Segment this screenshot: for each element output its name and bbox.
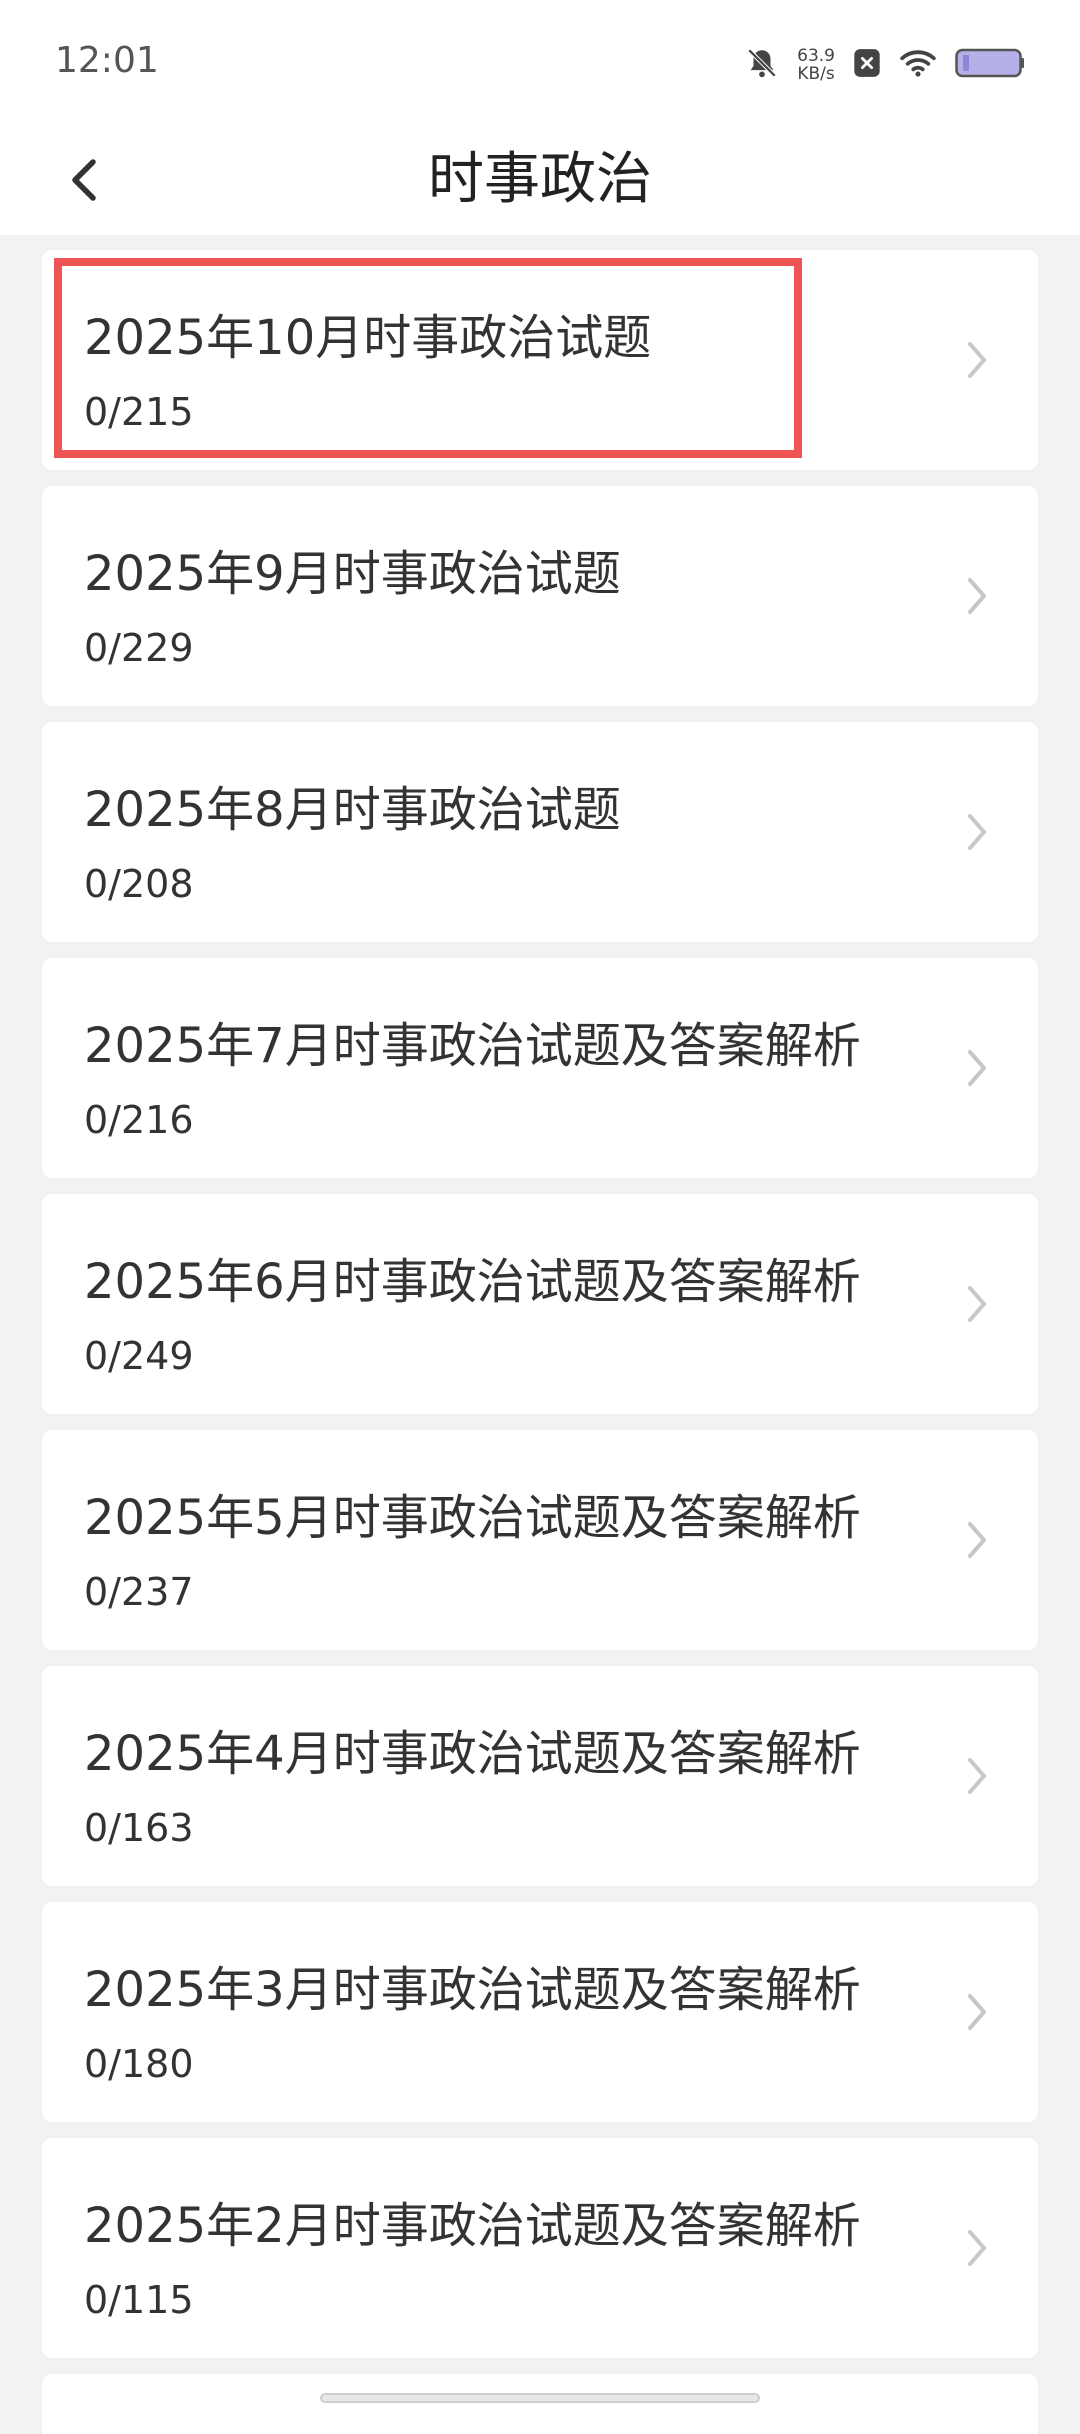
list-item[interactable]: 2025年9月时事政治试题 0/229: [42, 486, 1038, 706]
item-title: 2025年6月时事政治试题及答案解析: [84, 1254, 861, 1310]
item-title: 2025年8月时事政治试题: [84, 782, 621, 838]
chevron-right-icon: [968, 342, 986, 378]
list-item[interactable]: 2025年6月时事政治试题及答案解析 0/249: [42, 1194, 1038, 1414]
list-item[interactable]: 2025年8月时事政治试题 0/208: [42, 722, 1038, 942]
battery-icon: [955, 47, 1025, 83]
item-title: 2025年7月时事政治试题及答案解析: [84, 1018, 861, 1074]
chevron-right-icon: [968, 1050, 986, 1086]
status-bar: 12:01 63.9 KB/s: [0, 0, 1080, 125]
chevron-right-icon: [968, 814, 986, 850]
item-progress: 0/249: [84, 1334, 194, 1378]
item-progress: 0/115: [84, 2278, 194, 2322]
list-item[interactable]: 2025年5月时事政治试题及答案解析 0/237: [42, 1430, 1038, 1650]
status-time: 12:01: [55, 40, 159, 81]
net-speed: 63.9 KB/s: [797, 47, 835, 83]
item-title: 2025年9月时事政治试题: [84, 546, 621, 602]
list-item[interactable]: 2025年7月时事政治试题及答案解析 0/216: [42, 958, 1038, 1178]
item-title: 2025年5月时事政治试题及答案解析: [84, 1490, 861, 1546]
status-icons: 63.9 KB/s: [745, 40, 1025, 90]
item-title: 2025年3月时事政治试题及答案解析: [84, 1962, 861, 2018]
close-badge-icon: [853, 48, 881, 82]
net-speed-unit: KB/s: [797, 64, 835, 84]
chevron-right-icon: [968, 1994, 986, 2030]
header: 时事政治: [0, 125, 1080, 235]
item-progress: 0/216: [84, 1098, 194, 1142]
chevron-right-icon: [968, 1286, 986, 1322]
item-progress: 0/237: [84, 1570, 194, 1614]
item-progress: 0/163: [84, 1806, 194, 1850]
back-button[interactable]: [50, 145, 120, 215]
bell-off-icon: [745, 46, 779, 84]
item-title: 2025年2月时事政治试题及答案解析: [84, 2198, 861, 2254]
item-progress: 0/208: [84, 862, 194, 906]
selection-highlight: [54, 258, 802, 458]
item-title: 2025年4月时事政治试题及答案解析: [84, 1726, 861, 1782]
list-item[interactable]: 2025年3月时事政治试题及答案解析 0/180: [42, 1902, 1038, 2122]
net-speed-value: 63.9: [797, 46, 835, 66]
chevron-right-icon: [968, 1758, 986, 1794]
chevron-left-icon: [72, 159, 96, 201]
chevron-right-icon: [968, 1522, 986, 1558]
chevron-right-icon: [968, 578, 986, 614]
item-progress: 0/229: [84, 626, 194, 670]
list-item-partial[interactable]: [42, 2374, 1038, 2434]
list-item[interactable]: 2025年2月时事政治试题及答案解析 0/115: [42, 2138, 1038, 2358]
wifi-icon: [899, 48, 937, 82]
page-title: 时事政治: [428, 147, 652, 212]
list-item[interactable]: 2025年4月时事政治试题及答案解析 0/163: [42, 1666, 1038, 1886]
item-progress: 0/180: [84, 2042, 194, 2086]
home-indicator[interactable]: [320, 2393, 760, 2403]
chevron-right-icon: [968, 2230, 986, 2266]
